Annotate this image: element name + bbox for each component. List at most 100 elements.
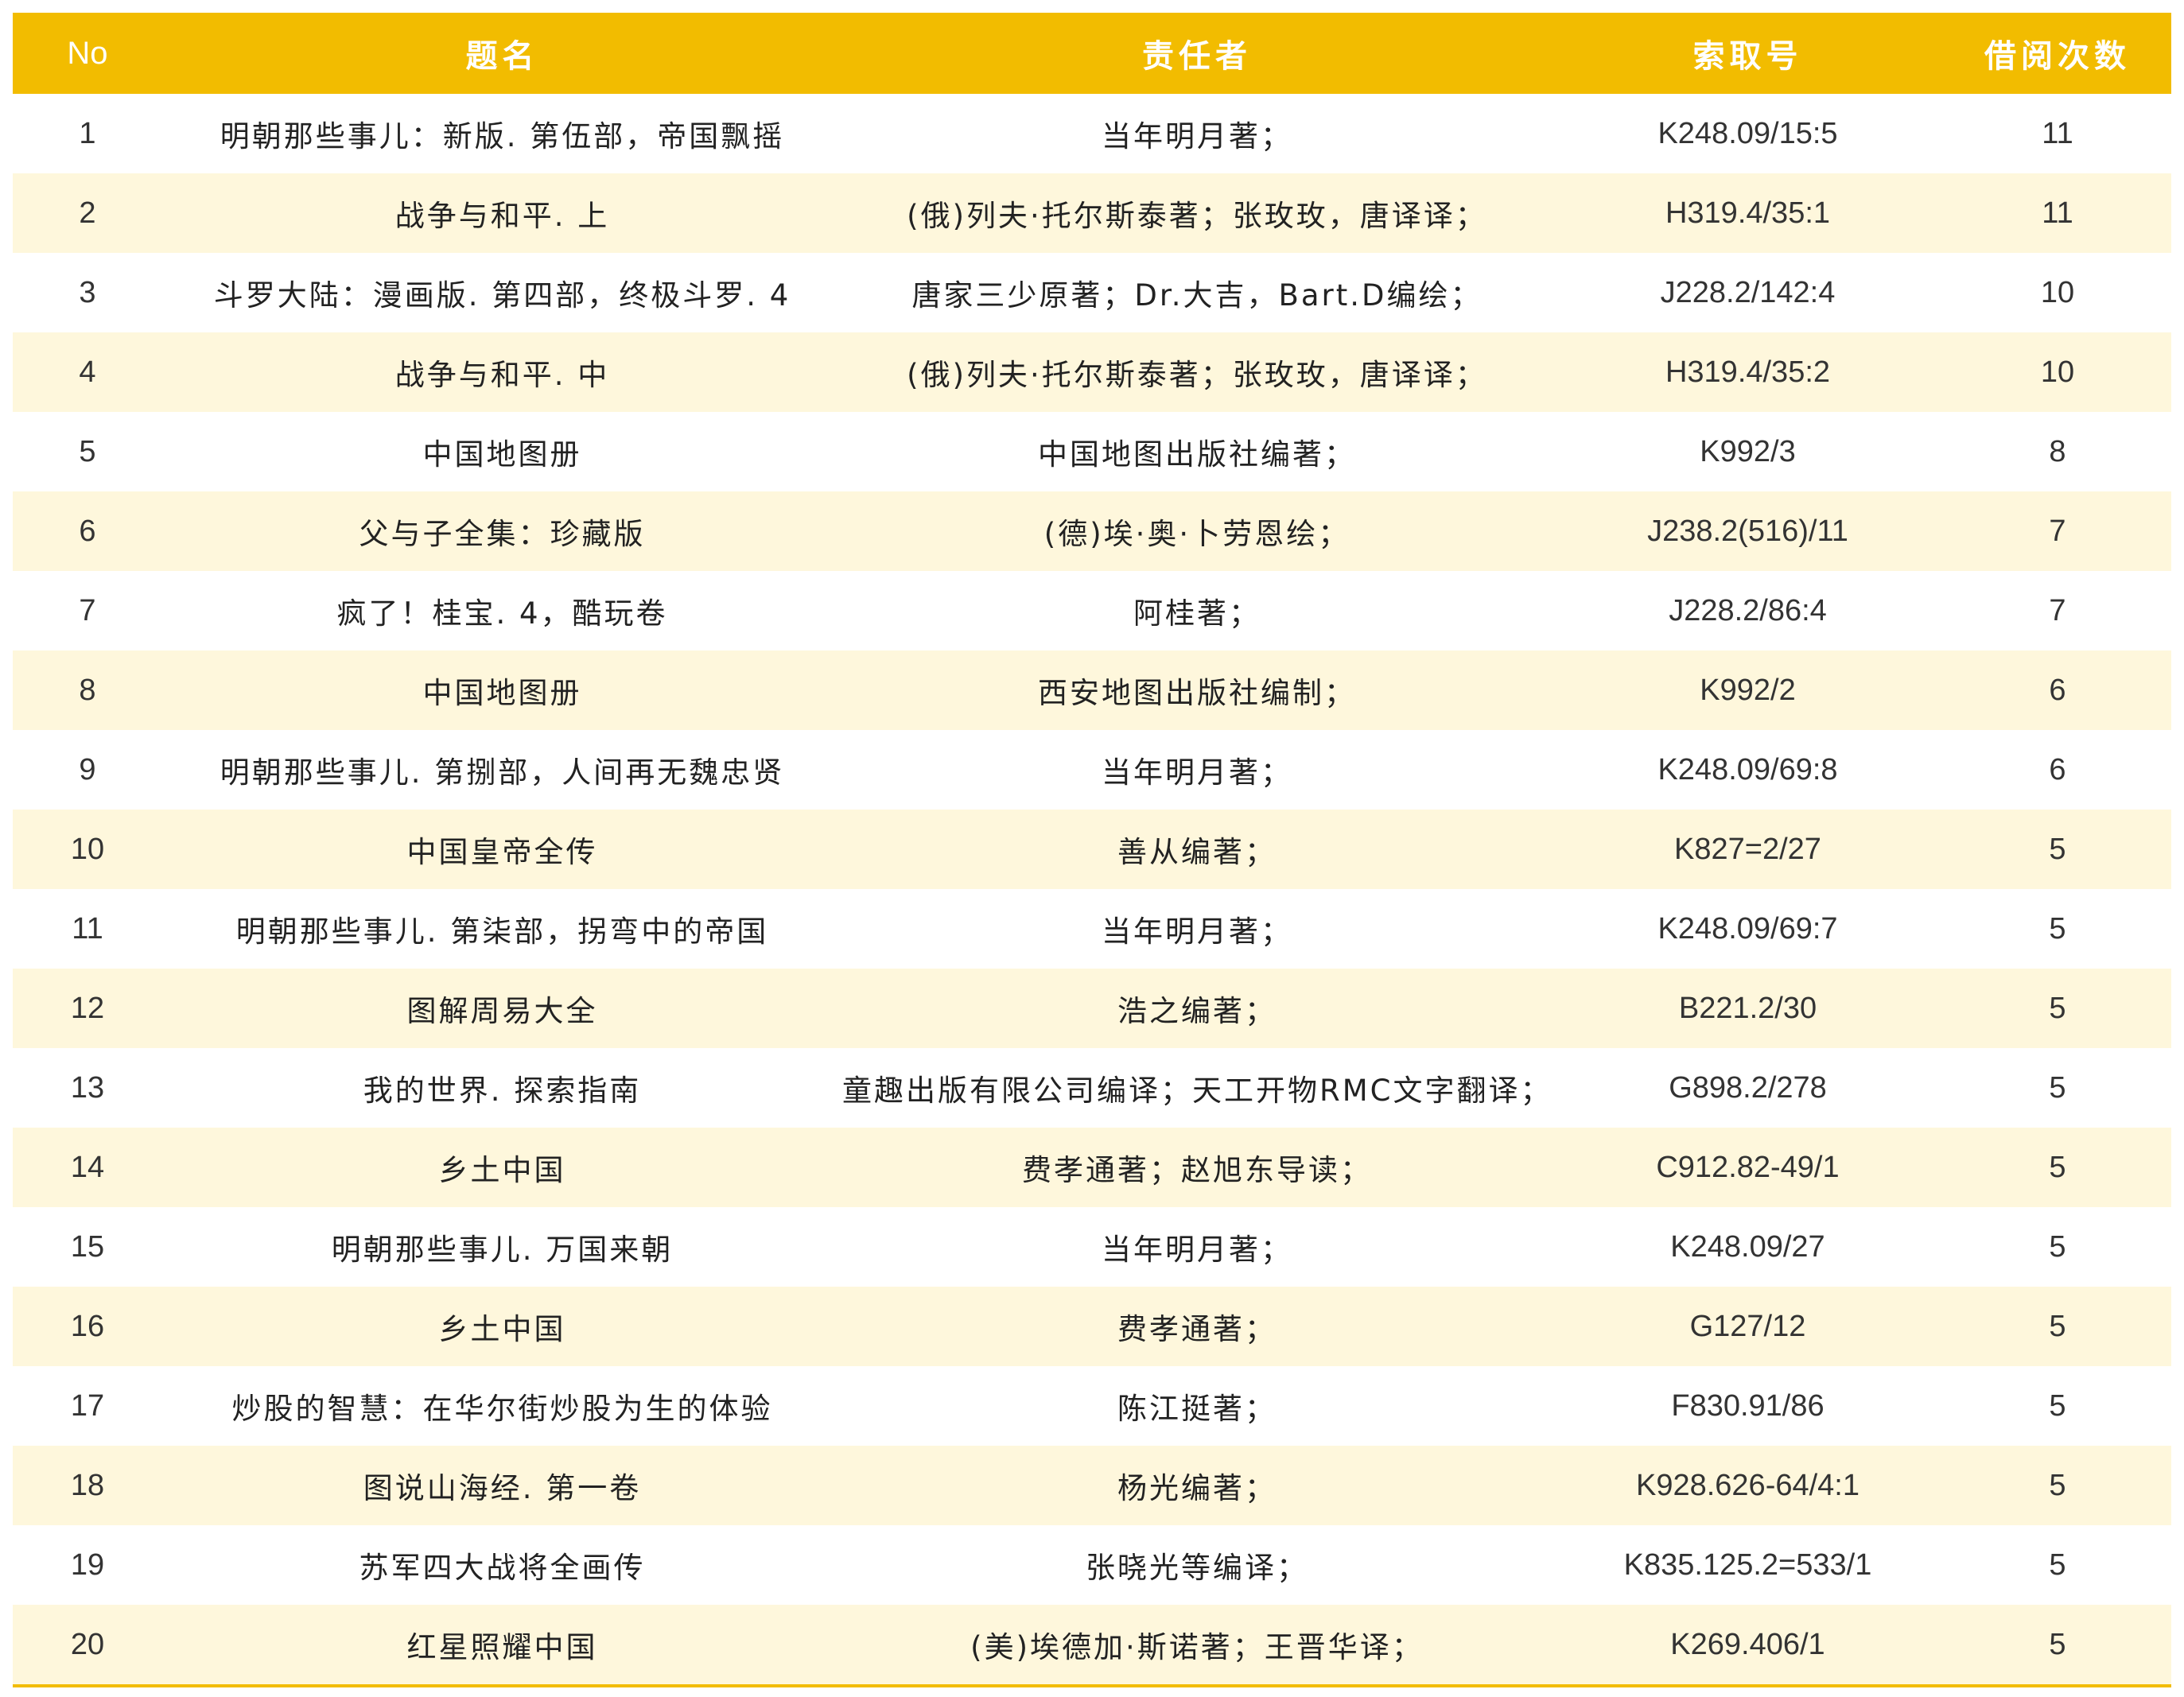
cell-no: 12 [70,991,105,1025]
cell-author: (美)埃德加·斯诺著；王晋华译； [970,1630,1424,1664]
cell-borrow-count: 6 [2049,752,2066,786]
cell-title: 明朝那些事儿. 第捌部，人间再无魏忠贤 [220,755,785,790]
table-body: 1 明朝那些事儿：新版. 第伍部，帝国飘摇 当年明月著； K248.09/15:5 11… [13,94,2171,1684]
cell-call-number: K992/2 [1700,673,1796,707]
cell-title: 中国皇帝全传 [406,835,598,869]
cell-author: 当年明月著； [1102,915,1292,949]
table-row: 12 图解周易大全 浩之编著； B221.2/30 5 [13,969,2171,1048]
table-row: 20 红星照耀中国 (美)埃德加·斯诺著；王晋华译； K269.406/1 5 [13,1605,2171,1684]
cell-call-number: J228.2/86:4 [1669,593,1827,627]
cell-no: 17 [70,1388,105,1423]
cell-no: 18 [70,1468,105,1502]
cell-author: (德)埃·奥·卜劳恩绘； [1043,517,1350,551]
table-row: 16 乡土中国 费孝通著； G127/12 5 [13,1287,2171,1366]
borrowing-ranking-table-container: No 题名 责任者 索取号 借阅次数 1 明朝那些事儿：新版. 第伍部，帝国飘摇当… [13,13,2171,1687]
cell-title: 图说山海经. 第一卷 [363,1471,642,1505]
cell-author: 唐家三少原著；Dr.大吉，Bart.D编绘； [911,278,1483,313]
cell-call-number: K992/3 [1700,434,1796,468]
cell-borrow-count: 5 [2049,1229,2066,1264]
cell-no: 19 [70,1547,105,1582]
cell-author: (俄)列夫·托尔斯泰著；张玫玫，唐译译； [907,199,1487,233]
cell-author: 当年明月著； [1102,755,1292,790]
cell-no: 14 [70,1150,105,1184]
table-row: 7 疯了！桂宝. 4，酷玩卷 阿桂著； J228.2/86:4 7 [13,571,2171,650]
cell-no: 2 [79,196,96,230]
cell-title: 明朝那些事儿. 万国来朝 [331,1233,674,1267]
cell-author: 当年明月著； [1102,119,1292,153]
cell-title: 我的世界. 探索指南 [363,1074,642,1108]
cell-borrow-count: 10 [2040,355,2075,389]
cell-title: 中国地图册 [422,437,582,472]
cell-borrow-count: 11 [2042,116,2073,150]
cell-author: 童趣出版有限公司编译；天工开物RMC文字翻译； [842,1074,1553,1108]
cell-author: (俄)列夫·托尔斯泰著；张玫玫，唐译译； [907,358,1487,392]
cell-title: 图解周易大全 [406,994,598,1028]
cell-call-number: K928.626-64/4:1 [1635,1468,1860,1502]
cell-call-number: K827=2/27 [1674,832,1821,866]
table-row: 14 乡土中国 费孝通著；赵旭东导读； C912.82-49/1 5 [13,1128,2171,1207]
table-row: 6 父与子全集：珍藏版 (德)埃·奥·卜劳恩绘； J238.2(516)/11 7 [13,491,2171,571]
cell-title: 中国地图册 [422,676,582,710]
cell-call-number: J228.2/142:4 [1660,275,1836,309]
borrowing-ranking-table: No 题名 责任者 索取号 借阅次数 1 明朝那些事儿：新版. 第伍部，帝国飘摇当… [13,13,2171,1684]
table-row: 13 我的世界. 探索指南 童趣出版有限公司编译；天工开物RMC文字翻译； G898.… [13,1048,2171,1128]
cell-no: 11 [72,911,103,946]
cell-author: 费孝通著； [1117,1312,1277,1346]
cell-borrow-count: 11 [2042,196,2073,230]
table-row: 2 战争与和平. 上 (俄)列夫·托尔斯泰著；张玫玫，唐译译； H319.4/35:1… [13,173,2171,253]
cell-call-number: H319.4/35:1 [1665,196,1831,230]
table-bottom-rule [13,1684,2171,1687]
cell-call-number: K269.406/1 [1670,1627,1825,1661]
cell-borrow-count: 5 [2049,1388,2066,1423]
cell-title: 斗罗大陆：漫画版. 第四部，终极斗罗. 4 [213,278,791,313]
cell-title: 乡土中国 [438,1312,566,1346]
cell-borrow-count: 7 [2049,593,2066,627]
cell-author: 陈江挺著； [1117,1392,1277,1426]
cell-no: 7 [79,593,96,627]
cell-borrow-count: 10 [2040,275,2075,309]
table-row: 9 明朝那些事儿. 第捌部，人间再无魏忠贤 当年明月著； K248.09/69:8 6 [13,730,2171,810]
cell-title: 战争与和平. 上 [394,199,610,233]
cell-no: 13 [70,1070,105,1105]
header-row: No 题名 责任者 索取号 借阅次数 [13,13,2171,94]
cell-borrow-count: 5 [2049,911,2066,946]
table-header: No 题名 责任者 索取号 借阅次数 [13,13,2171,94]
table-row: 19 苏军四大战将全画传 张晓光等编译； K835.125.2=533/1 5 [13,1525,2171,1605]
table-row: 11 明朝那些事儿. 第柒部，拐弯中的帝国 当年明月著； K248.09/69:7 5 [13,889,2171,969]
column-header-no: No [67,35,108,71]
column-header-author: 责任者 [1142,38,1252,75]
table-row: 5 中国地图册 中国地图出版社编著； K992/3 8 [13,412,2171,491]
cell-no: 1 [79,116,96,150]
table-row: 17 炒股的智慧：在华尔街炒股为生的体验 陈江挺著； F830.91/86 5 [13,1366,2171,1446]
cell-author: 善从编著； [1117,835,1277,869]
cell-title: 父与子全集：珍藏版 [359,517,646,551]
table-row: 8 中国地图册 西安地图出版社编制； K992/2 6 [13,650,2171,730]
cell-borrow-count: 5 [2049,1547,2066,1582]
cell-author: 中国地图出版社编著； [1038,437,1356,472]
cell-title: 疯了！桂宝. 4，酷玩卷 [336,596,668,631]
table-row: 18 图说山海经. 第一卷 杨光编著； K928.626-64/4:1 5 [13,1446,2171,1525]
cell-no: 5 [79,434,96,468]
cell-borrow-count: 5 [2049,1627,2066,1661]
cell-call-number: K248.09/69:7 [1657,911,1838,946]
cell-borrow-count: 5 [2049,832,2066,866]
cell-borrow-count: 5 [2049,1150,2066,1184]
cell-title: 乡土中国 [438,1153,566,1187]
cell-no: 4 [79,355,96,389]
cell-author: 当年明月著； [1102,1233,1292,1267]
cell-call-number: B221.2/30 [1678,991,1817,1025]
cell-title: 战争与和平. 中 [394,358,610,392]
cell-no: 10 [70,832,105,866]
cell-borrow-count: 5 [2049,1070,2066,1105]
cell-call-number: K248.09/27 [1670,1229,1825,1264]
cell-call-number: C912.82-49/1 [1656,1150,1840,1184]
cell-no: 8 [79,673,96,707]
cell-author: 张晓光等编译； [1086,1551,1308,1585]
cell-author: 西安地图出版社编制； [1038,676,1356,710]
column-header-borrow-count: 借阅次数 [1984,38,2131,75]
cell-borrow-count: 5 [2049,991,2066,1025]
cell-borrow-count: 8 [2049,434,2066,468]
cell-author: 费孝通著；赵旭东导读； [1022,1153,1372,1187]
cell-call-number: H319.4/35:2 [1665,355,1831,389]
cell-call-number: K248.09/69:8 [1657,752,1838,786]
